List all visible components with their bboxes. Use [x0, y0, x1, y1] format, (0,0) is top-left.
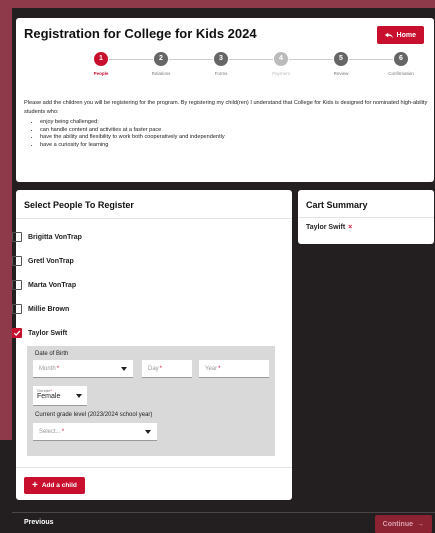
- step-label: Payment: [272, 71, 290, 76]
- continue-label: Continue: [382, 520, 413, 528]
- criteria-list: enjoy being challenged; can handle conte…: [24, 119, 428, 149]
- grade-select[interactable]: Select... *: [33, 423, 157, 441]
- person-checkbox[interactable]: [12, 232, 22, 242]
- person-brigitta[interactable]: Brigitta VonTrap: [12, 231, 82, 243]
- person-name: Marta VonTrap: [28, 281, 77, 289]
- person-checkbox[interactable]: [12, 328, 22, 338]
- intro-text: Please add the children you will be regi…: [24, 99, 428, 149]
- criteria-item: have a curiosity for learning: [40, 142, 428, 150]
- step-label: Review: [333, 71, 349, 76]
- section-title: Select People To Register: [24, 200, 134, 210]
- cart-item: Taylor Swift ×: [306, 224, 352, 231]
- step-number: 4: [274, 52, 288, 66]
- step-label: Relations: [151, 71, 171, 76]
- checkmark-icon: [13, 330, 21, 337]
- registration-header-card: Registration for College for Kids 2024 H…: [16, 18, 434, 182]
- page-title: Registration for College for Kids 2024: [24, 26, 257, 41]
- continue-button[interactable]: Continue →: [374, 515, 432, 533]
- cart-item-name: Taylor Swift: [306, 224, 346, 231]
- step-confirmation[interactable]: 6 Confirmation: [371, 52, 431, 76]
- arrow-right-icon: →: [417, 520, 424, 528]
- divider: [16, 218, 292, 219]
- criteria-item: have the ability and flexibility to work…: [40, 134, 428, 142]
- child-details-form: Date of Birth Month * Day * Year * Gender* …: [27, 346, 275, 456]
- step-review[interactable]: 5 Review: [311, 52, 371, 76]
- divider: [16, 467, 292, 468]
- chevron-down-icon: [145, 430, 151, 434]
- step-number: 3: [214, 52, 228, 66]
- criteria-item: can handle content and activities at a f…: [40, 127, 428, 135]
- person-checkbox[interactable]: [12, 280, 22, 290]
- step-number: 2: [154, 52, 168, 66]
- remove-icon[interactable]: ×: [348, 224, 352, 231]
- step-number: 6: [394, 52, 408, 66]
- add-child-button[interactable]: + Add a child: [24, 477, 85, 494]
- step-number: 1: [94, 52, 108, 66]
- previous-button[interactable]: Previous: [24, 519, 54, 526]
- step-people[interactable]: 1 People: [71, 52, 131, 76]
- home-button[interactable]: Home: [376, 26, 424, 44]
- step-number: 5: [334, 52, 348, 66]
- person-name: Millie Brown: [28, 305, 70, 313]
- gender-select[interactable]: Gender* Female: [33, 386, 87, 406]
- dob-label: Date of Birth: [35, 351, 69, 357]
- chevron-down-icon: [121, 367, 127, 371]
- person-name: Gretl VonTrap: [28, 257, 74, 265]
- person-marta[interactable]: Marta VonTrap: [12, 279, 76, 291]
- step-label: People: [93, 71, 109, 76]
- plus-icon: +: [32, 479, 38, 491]
- year-input[interactable]: Year *: [199, 360, 269, 378]
- person-millie[interactable]: Millie Brown: [12, 303, 69, 315]
- footer-divider: [12, 512, 435, 513]
- day-input[interactable]: Day *: [142, 360, 192, 378]
- add-child-label: Add a child: [41, 482, 77, 489]
- person-name: Taylor Swift: [28, 329, 68, 337]
- progress-stepper: 1 People 2 Relations 3 Forms 4 Payment 5…: [71, 52, 414, 92]
- chevron-down-icon: [76, 394, 82, 398]
- step-payment: 4 Payment: [251, 52, 311, 76]
- person-checkbox[interactable]: [12, 256, 22, 266]
- reply-arrow-icon: [384, 32, 393, 39]
- person-checkbox[interactable]: [12, 304, 22, 314]
- step-forms[interactable]: 3 Forms: [191, 52, 251, 76]
- step-label: Confirmation: [388, 71, 414, 76]
- person-gretl[interactable]: Gretl VonTrap: [12, 255, 74, 267]
- step-relations[interactable]: 2 Relations: [131, 52, 191, 76]
- person-name: Brigitta VonTrap: [28, 233, 82, 241]
- cart-title: Cart Summary: [306, 200, 368, 210]
- person-taylor[interactable]: Taylor Swift: [12, 327, 67, 339]
- cart-summary-card: Cart Summary Taylor Swift ×: [298, 190, 434, 244]
- grade-label: Current grade level (2023/2024 school ye…: [35, 412, 153, 418]
- criteria-item: enjoy being challenged;: [40, 119, 428, 127]
- home-button-label: Home: [396, 31, 416, 39]
- month-select[interactable]: Month *: [33, 360, 133, 378]
- intro-paragraph: Please add the children you will be regi…: [24, 100, 428, 115]
- step-label: Forms: [214, 71, 228, 76]
- divider: [298, 217, 434, 218]
